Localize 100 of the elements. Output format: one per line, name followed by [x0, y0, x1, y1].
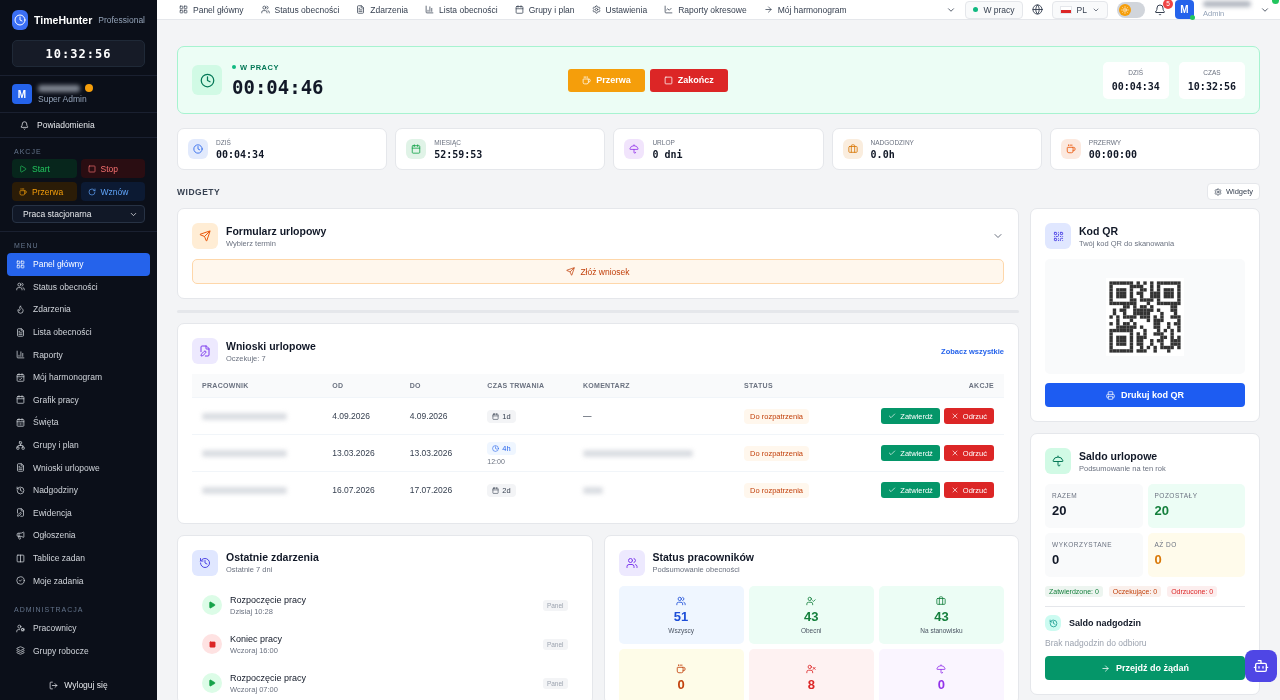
sidebar-item[interactable]: Wnioski urlopowe — [7, 456, 150, 479]
sidebar-item[interactable]: Mój harmonogram — [7, 365, 150, 389]
status-dot — [232, 65, 236, 69]
cup-icon — [582, 75, 592, 85]
stop-icon — [87, 164, 96, 173]
close-icon — [950, 486, 959, 495]
theme-toggle[interactable] — [1117, 1, 1145, 18]
logout-link[interactable]: Wyloguj się — [0, 670, 157, 700]
sidebar-item[interactable]: Status obecności — [7, 275, 150, 299]
nav-link[interactable]: Panel główny — [179, 4, 244, 15]
language-select[interactable]: PL — [1051, 0, 1108, 19]
mode-select[interactable]: Praca stacjonarna — [12, 205, 145, 223]
stat-value: 43 — [934, 608, 949, 624]
clock-icon — [492, 444, 500, 452]
flag-icon — [1059, 5, 1072, 14]
card-title: Kod QR — [1079, 224, 1120, 237]
sidebar-item[interactable]: Ogłoszenia — [7, 524, 150, 547]
user-avatar: M — [1175, 0, 1194, 19]
document-icon — [16, 327, 25, 337]
resume-action-button[interactable]: Wznów — [80, 182, 145, 201]
columns-icon — [16, 553, 25, 563]
sidebar-item[interactable]: Grupy robocze — [7, 639, 150, 663]
globe-icon[interactable] — [1031, 4, 1043, 15]
people-icon — [260, 5, 270, 14]
history-icon — [16, 485, 25, 495]
notifications-link[interactable]: Powiadomienia — [0, 113, 157, 137]
nav-link[interactable]: Raporty okresowe — [664, 4, 747, 15]
sidebar-item[interactable]: Pracownicy — [7, 616, 150, 640]
sidebar-item[interactable]: Grafik pracy — [7, 388, 150, 412]
start-action-button[interactable]: Start — [12, 159, 77, 178]
table-cell: 13.03.2026 — [322, 434, 400, 472]
summary-value: 00:00:00 — [1088, 148, 1137, 160]
user-x-icon — [806, 663, 817, 674]
stat-value: 0 — [937, 676, 945, 692]
check-icon — [888, 486, 897, 495]
calendar-icon — [514, 5, 524, 14]
sidebar-item[interactable]: Lista obecności — [7, 320, 150, 344]
people-icon — [618, 549, 645, 576]
chatbot-button[interactable] — [1245, 650, 1277, 682]
document-icon — [192, 338, 218, 364]
megaphone-icon — [16, 530, 25, 540]
printer-icon — [1106, 390, 1115, 400]
sidebar-item[interactable]: Nadgodziny — [7, 478, 150, 502]
nav-link[interactable]: Mój harmonogram — [763, 4, 847, 15]
work-timer: 00:04:46 — [232, 75, 324, 98]
sidebar-item[interactable]: Moje zadania — [7, 569, 150, 592]
card-title: Status pracowników — [652, 551, 755, 563]
bell-icon[interactable] — [1154, 3, 1166, 16]
people-icon — [16, 282, 25, 292]
submit-button[interactable]: Złóż wniosek — [192, 259, 1004, 284]
sidebar-item[interactable]: Święta — [7, 411, 150, 434]
clock-icon — [192, 65, 222, 95]
send-icon — [566, 267, 576, 276]
nav-link[interactable]: Grupy i plan — [514, 4, 575, 15]
status-dot — [85, 84, 93, 92]
empty-message: Brak nadgodzin do odbioru — [1045, 638, 1148, 648]
table-cell: 17.07.2026 — [399, 471, 478, 509]
sidebar-item[interactable]: Panel główny — [7, 253, 150, 276]
sun-icon — [1121, 5, 1129, 14]
nav-link[interactable]: Status obecności — [260, 4, 340, 15]
summary-value: 00:04:34 — [216, 148, 265, 160]
sidebar-item[interactable]: Raporty — [7, 343, 150, 366]
bell-icon — [20, 120, 29, 130]
nav-link[interactable]: Zdarzenia — [356, 4, 409, 15]
nav-link[interactable]: Ustawienia — [591, 4, 648, 15]
umbrella-icon — [1045, 448, 1071, 474]
clock-display: 10:32:56 — [12, 40, 145, 67]
stop-action-button[interactable]: Stop — [80, 159, 145, 178]
sidebar-item[interactable]: Tablice zadan — [7, 546, 150, 570]
sidebar-item[interactable]: Grupy i plan — [7, 433, 150, 457]
finish-button[interactable]: Zakończ — [649, 68, 728, 92]
break-action-button[interactable]: Przerwa — [12, 182, 77, 201]
status-pill: W pracy — [965, 0, 1023, 19]
nav-link[interactable]: Lista obecności — [425, 4, 498, 15]
qr-icon — [1045, 223, 1071, 249]
section-title: Saldo nadgodzin — [1069, 618, 1141, 628]
check-icon — [16, 576, 25, 586]
layers-icon — [16, 646, 25, 656]
flame-icon — [16, 305, 25, 314]
requests-button[interactable]: Przejdź do żądań — [1045, 656, 1245, 680]
user-avatar: M — [12, 84, 32, 104]
stat-value: 51 — [673, 608, 689, 624]
sidebar-item[interactable]: Ewidencja — [7, 501, 150, 525]
section-label: WIDGETY — [177, 186, 221, 197]
table-cell: — — [582, 411, 592, 421]
history-icon — [1045, 615, 1061, 631]
settings-icon — [591, 5, 601, 14]
balance-value: 20 — [1052, 503, 1068, 518]
card-title: Formularz urlopowy — [226, 224, 327, 237]
sidebar-item[interactable]: Zdarzenia — [7, 298, 150, 321]
stat-value: 0 — [677, 676, 685, 692]
balance-value: 20 — [1154, 503, 1170, 518]
people-icon — [676, 595, 687, 606]
grid-icon — [179, 5, 188, 14]
user-role: Super Admin — [38, 94, 88, 104]
table-cell: 16.07.2026 — [322, 471, 400, 509]
print-button[interactable]: Drukuj kod QR — [1045, 383, 1245, 407]
arrow-icon — [1101, 663, 1110, 673]
summary-value: 0.0h — [870, 148, 896, 160]
arrow-icon — [763, 5, 773, 14]
